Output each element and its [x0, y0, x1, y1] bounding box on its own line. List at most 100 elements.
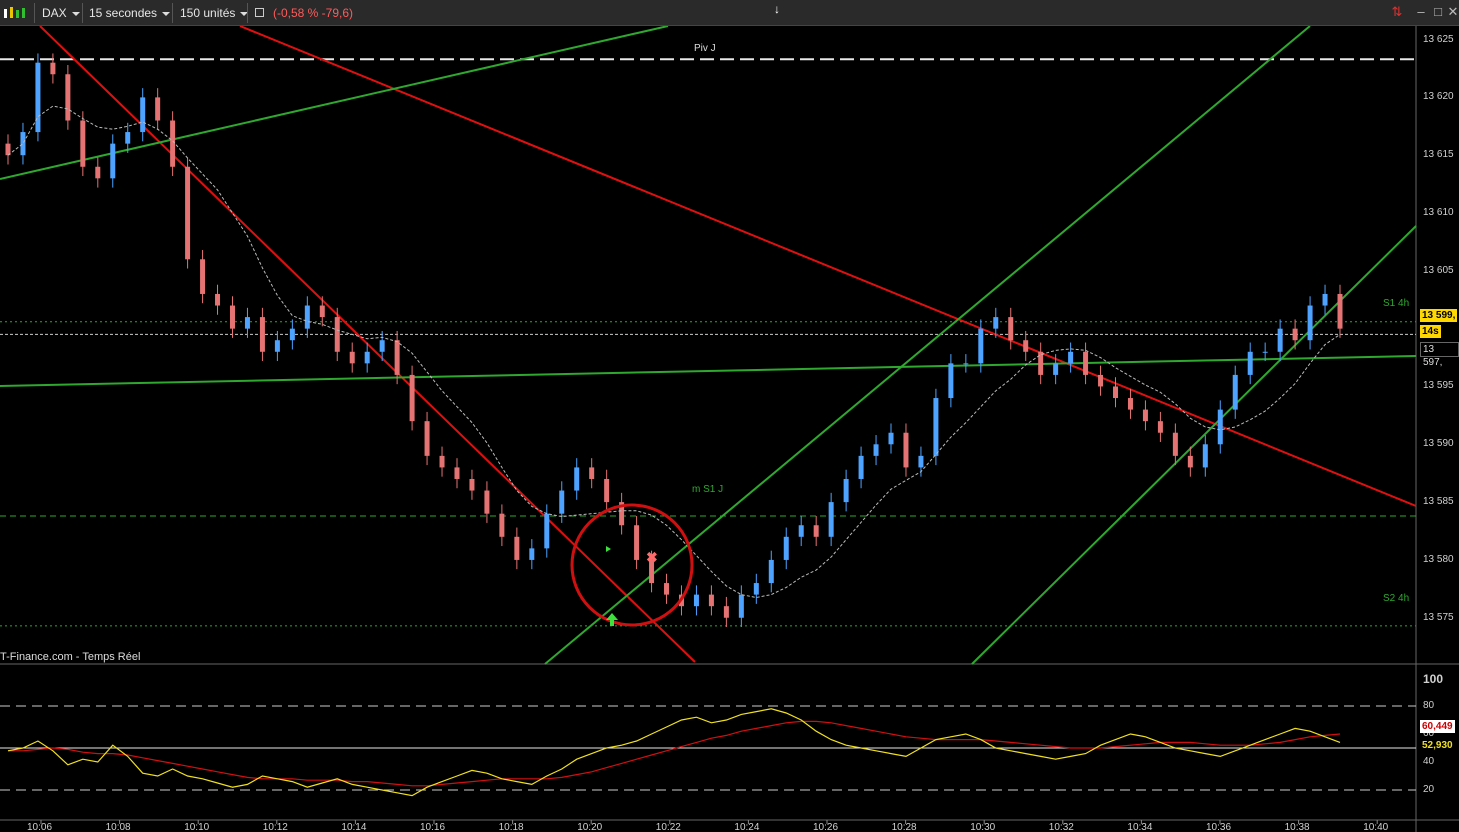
- time-tick: 10:18: [498, 822, 524, 832]
- price-tick: 13 620: [1423, 91, 1454, 103]
- info-icon[interactable]: [255, 8, 264, 17]
- candle: [394, 340, 400, 375]
- candle: [1083, 351, 1089, 375]
- trendline-red-long: [239, 26, 1417, 507]
- time-tick: 10:28: [891, 822, 917, 832]
- time-tick: 10:24: [734, 822, 760, 832]
- candle: [155, 97, 161, 121]
- candle: [200, 259, 206, 294]
- candle: [125, 132, 131, 144]
- candle: [1307, 305, 1313, 341]
- pivot-label: Piv J: [694, 43, 716, 54]
- time-tick: 10:30: [970, 822, 996, 832]
- candle: [140, 97, 146, 133]
- candle: [1023, 340, 1029, 352]
- candle: [1202, 444, 1208, 468]
- symbol-select[interactable]: DAX: [42, 4, 80, 22]
- candle: [813, 525, 819, 537]
- price-tick: 13 615: [1423, 149, 1454, 161]
- candle: [1008, 317, 1014, 341]
- candle: [828, 502, 834, 537]
- candle: [888, 432, 894, 445]
- sync-arrows-icon[interactable]: ⇅: [1390, 5, 1404, 19]
- sell-cross-icon: ✖: [646, 549, 658, 565]
- price-change: (-0,58 % -79,6): [273, 6, 354, 20]
- time-tick: 10:32: [1048, 822, 1074, 832]
- chevron-down-icon: [162, 11, 171, 16]
- chart-toolbar: DAX 15 secondes 150 unités (-0,58 % -79,…: [0, 0, 1459, 26]
- candle: [708, 594, 714, 607]
- candle: [424, 421, 430, 456]
- candle: [229, 305, 235, 329]
- candle: [544, 513, 550, 549]
- candle: [918, 455, 924, 468]
- candle: [634, 525, 640, 560]
- s2-label: S2 4h: [1383, 593, 1410, 604]
- candle: [604, 478, 610, 503]
- candle: [1068, 351, 1074, 364]
- time-tick: 10:16: [420, 822, 446, 832]
- candle: [20, 132, 26, 156]
- candle: [379, 340, 385, 352]
- price-tick: 13 610: [1423, 207, 1454, 219]
- candle: [738, 594, 744, 618]
- indicator-tick: 40: [1423, 756, 1435, 767]
- candle: [409, 374, 415, 422]
- candle: [783, 536, 789, 560]
- cursor-icon: ↓: [774, 2, 780, 16]
- candle: [469, 478, 475, 491]
- timeframe-label: 15 secondes: [89, 6, 158, 20]
- candle: [963, 363, 969, 365]
- candle: [185, 166, 191, 260]
- candle: [1247, 351, 1253, 375]
- candle: [484, 490, 490, 514]
- candle: [65, 74, 71, 121]
- symbol-label: DAX: [42, 6, 67, 20]
- trendline-green-channel-1: [544, 26, 1311, 665]
- candle: [499, 513, 505, 537]
- candle: [559, 490, 565, 514]
- candle: [244, 317, 250, 329]
- close-icon[interactable]: ✕: [1446, 5, 1459, 19]
- candle: [978, 328, 984, 364]
- candle: [858, 455, 864, 479]
- trendline-green-flat: [0, 355, 1417, 387]
- entry-marker-icon: [606, 546, 611, 552]
- candlestick-icon[interactable]: [2, 5, 30, 21]
- price-chart[interactable]: ✖: [0, 26, 1459, 832]
- candle: [304, 305, 310, 329]
- time-tick: 10:40: [1363, 822, 1389, 832]
- candle: [1127, 398, 1133, 410]
- last-price-tag: 13 599,: [1420, 309, 1458, 322]
- candle: [1053, 363, 1059, 375]
- candle: [589, 467, 595, 479]
- price-tick: 13 590: [1423, 438, 1454, 450]
- candle: [1217, 409, 1223, 445]
- time-tick: 10:06: [27, 822, 53, 832]
- time-tick: 10:34: [1127, 822, 1153, 832]
- time-tick: 10:26: [813, 822, 839, 832]
- price-tick: 13 595: [1423, 380, 1454, 392]
- candle: [1113, 386, 1119, 399]
- candle: [798, 525, 804, 537]
- candle: [664, 583, 670, 595]
- time-tick: 10:22: [655, 822, 681, 832]
- timeframe-select[interactable]: 15 secondes: [89, 4, 171, 22]
- maximize-icon[interactable]: □: [1431, 5, 1445, 19]
- minimize-icon[interactable]: –: [1414, 5, 1428, 19]
- units-select[interactable]: 150 unités: [180, 4, 249, 22]
- candle: [215, 293, 221, 306]
- candle: [364, 351, 370, 364]
- chevron-down-icon: [71, 11, 80, 16]
- time-tick: 10:14: [341, 822, 367, 832]
- price-tick: 13 575: [1423, 611, 1454, 623]
- candle: [529, 548, 535, 560]
- candle: [170, 120, 176, 167]
- data-source-label: T-Finance.com - Temps Réel: [0, 651, 141, 663]
- indicator-tick: 100: [1423, 672, 1444, 686]
- candle: [50, 62, 56, 75]
- signal-line: [8, 720, 1341, 787]
- candle: [1277, 328, 1283, 352]
- candle: [1262, 351, 1268, 353]
- candle: [873, 444, 879, 456]
